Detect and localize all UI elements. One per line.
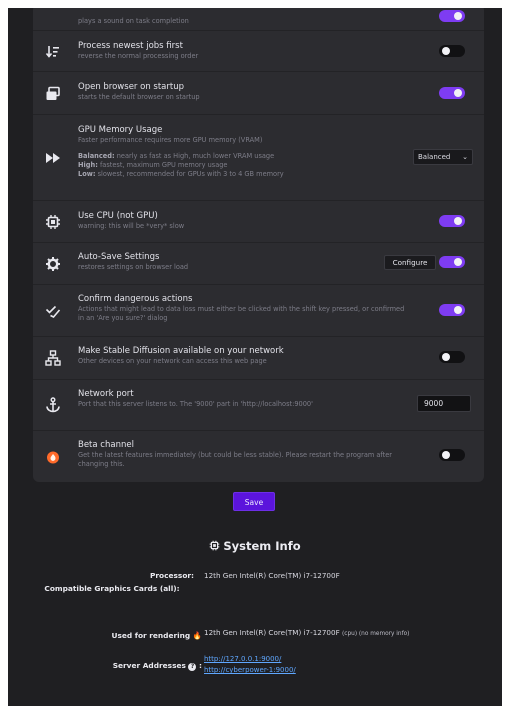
setting-row-process-newest: Process newest jobs first reverse the no… <box>33 31 484 72</box>
processor-label: Processor: <box>149 571 194 580</box>
setting-title: Auto-Save Settings <box>78 252 160 262</box>
sort-descending-icon <box>44 43 62 61</box>
beta-toggle[interactable] <box>439 449 465 461</box>
setting-title: Make Stable Diffusion available on your … <box>78 346 284 356</box>
setting-desc: Other devices on your network can access… <box>78 357 267 365</box>
setting-desc: starts the default browser on startup <box>78 93 200 101</box>
settings-panel: plays a sound on task completion Process… <box>33 8 484 482</box>
save-button[interactable]: Save <box>233 492 275 511</box>
setting-title: Use CPU (not GPU) <box>78 211 158 221</box>
process-newest-toggle[interactable] <box>439 45 465 57</box>
setting-title: Process newest jobs first <box>78 41 183 51</box>
network-icon <box>44 349 62 367</box>
setting-desc: warning: this will be *very* slow <box>78 222 185 230</box>
confirm-dangerous-toggle[interactable] <box>439 304 465 316</box>
double-check-icon <box>44 302 62 320</box>
server-address-link[interactable]: http://cyberpower-1:9000/ <box>204 665 474 676</box>
configure-button[interactable]: Configure <box>384 255 436 270</box>
fire-icon: 🔥 <box>192 631 202 640</box>
server-addresses-label: Server Addresses ? : <box>112 661 202 671</box>
rendering-label: Used for rendering 🔥 <box>111 631 202 640</box>
setting-title: Confirm dangerous actions <box>78 294 193 304</box>
gpu-memory-selected-value: Balanced <box>418 153 451 161</box>
network-access-toggle[interactable] <box>439 351 465 363</box>
help-icon[interactable]: ? <box>188 663 197 671</box>
setting-row-network-access: Make Stable Diffusion available on your … <box>33 337 484 380</box>
gpu-memory-select[interactable]: Balanced ⌄ <box>413 149 473 165</box>
setting-desc: plays a sound on task completion <box>78 17 189 25</box>
gpu-option-low: Low: slowest, recommended for GPUs with … <box>78 170 284 178</box>
chevron-down-icon: ⌄ <box>462 153 468 161</box>
setting-row-sound: plays a sound on task completion <box>33 8 484 31</box>
cpu-chip-icon <box>44 213 62 231</box>
gpu-option-high: High: fastest, maximum GPU memory usage <box>78 161 228 169</box>
rendering-value: 12th Gen Intel(R) Core(TM) i7-12700F (cp… <box>204 628 410 637</box>
setting-title: Beta channel <box>78 440 134 450</box>
setting-desc: restores settings on browser load <box>78 263 189 271</box>
auto-save-toggle[interactable] <box>439 256 465 268</box>
setting-title: Network port <box>78 389 134 399</box>
setting-row-open-browser: Open browser on startup starts the defau… <box>33 72 484 115</box>
gpu-option-balanced: Balanced: nearly as fast as High, much l… <box>78 152 275 160</box>
window-icon <box>44 85 62 103</box>
setting-row-beta: Beta channel Get the latest features imm… <box>33 431 484 482</box>
cpu-chip-icon <box>210 540 220 551</box>
setting-row-gpu-memory: GPU Memory Usage Faster performance requ… <box>33 115 484 201</box>
server-addresses: http://127.0.0.1:9000/ http://cyberpower… <box>204 654 474 676</box>
setting-desc: Get the latest features immediately (but… <box>78 451 392 468</box>
open-browser-toggle[interactable] <box>439 87 465 99</box>
setting-row-confirm-dangerous: Confirm dangerous actions Actions that m… <box>33 285 484 337</box>
system-info-title: System Info <box>223 539 301 553</box>
server-address-link[interactable]: http://127.0.0.1:9000/ <box>204 654 474 665</box>
setting-desc: Port that this server listens to. The '9… <box>78 400 313 408</box>
system-info-heading: System Info <box>8 538 502 554</box>
setting-row-network-port: Network port Port that this server liste… <box>33 380 484 431</box>
setting-title: GPU Memory Usage <box>78 125 163 135</box>
setting-desc: Actions that might lead to data loss mus… <box>78 305 405 322</box>
anchor-icon <box>44 396 62 414</box>
setting-row-auto-save: Auto-Save Settings restores settings on … <box>33 243 484 285</box>
sound-toggle[interactable] <box>439 10 465 22</box>
setting-row-use-cpu: Use CPU (not GPU) warning: this will be … <box>33 201 484 243</box>
setting-title: Open browser on startup <box>78 82 184 92</box>
processor-value: 12th Gen Intel(R) Core(TM) i7-12700F <box>204 571 340 580</box>
fast-forward-icon <box>44 149 62 167</box>
gear-icon <box>44 255 62 273</box>
graphics-cards-label: Compatible Graphics Cards (all): <box>44 584 180 593</box>
fire-icon <box>44 448 62 466</box>
setting-desc: Faster performance requires more GPU mem… <box>78 136 263 144</box>
network-port-input[interactable]: 9000 <box>417 395 471 412</box>
use-cpu-toggle[interactable] <box>439 215 465 227</box>
app-window: plays a sound on task completion Process… <box>8 8 502 706</box>
setting-desc: reverse the normal processing order <box>78 52 199 60</box>
